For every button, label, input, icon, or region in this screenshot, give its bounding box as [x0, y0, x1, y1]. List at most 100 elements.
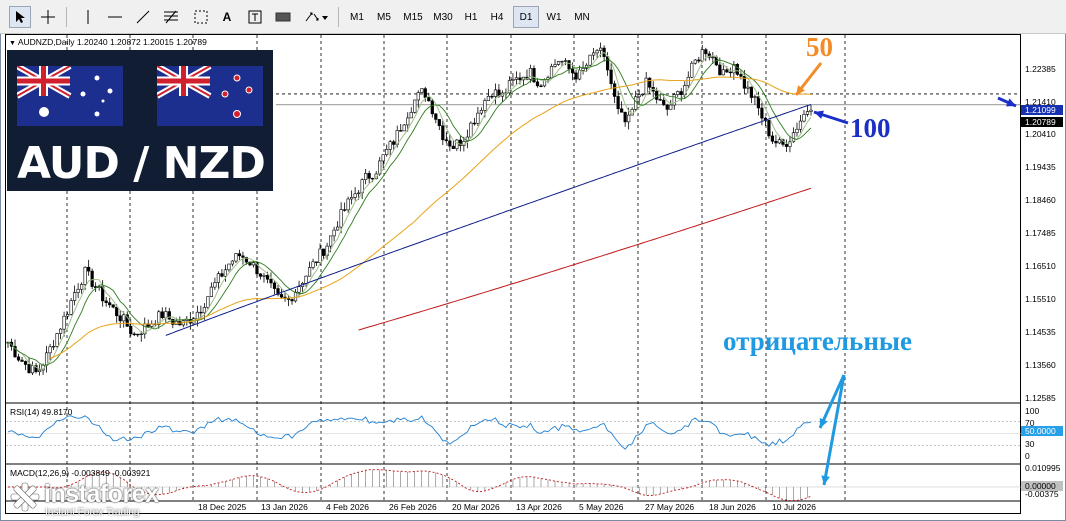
candle-body: [332, 229, 336, 237]
ma-price-tag: 1.21099: [1021, 105, 1063, 115]
horizontal-line-icon[interactable]: [104, 6, 126, 28]
candle-body: [669, 104, 673, 110]
candle-body: [69, 300, 73, 315]
candle-body: [595, 50, 599, 54]
candle-body: [80, 284, 84, 290]
timeframe-m1[interactable]: M1: [344, 6, 370, 28]
rsi-level: 30: [1025, 439, 1035, 449]
candle-body: [381, 154, 385, 162]
candle-body: [549, 66, 554, 79]
timeframe-m5[interactable]: M5: [371, 6, 397, 28]
candle-body: [490, 95, 494, 98]
candle-body: [634, 96, 638, 110]
candle-body: [784, 144, 789, 147]
rectangle-icon[interactable]: [272, 6, 294, 28]
date-tick: 18 Dec 2025: [198, 502, 247, 512]
fibonacci-icon[interactable]: [160, 6, 182, 28]
candle-body: [665, 104, 669, 110]
cursor-icon[interactable]: [9, 6, 31, 28]
candle-body: [87, 266, 91, 272]
candle-body: [795, 128, 799, 134]
candle-body: [539, 85, 543, 87]
macd-label: MACD(12,26,9) -0.003849 -0.003921: [10, 468, 151, 478]
candle-body: [556, 61, 561, 65]
date-tick: 18 Jun 2026: [709, 502, 756, 512]
candle-body: [563, 60, 568, 62]
price-tick: 1.13560: [1025, 360, 1056, 370]
timeframe-h4[interactable]: H4: [484, 6, 510, 28]
candle-body: [241, 255, 245, 258]
timeframe-m30[interactable]: M30: [428, 6, 458, 28]
candle-body: [66, 314, 70, 317]
candle-body: [336, 226, 340, 231]
crosshair-icon[interactable]: [37, 6, 59, 28]
candle-body: [385, 149, 389, 156]
candle-body: [511, 79, 515, 81]
candle-body: [809, 109, 813, 112]
timeframe-mn[interactable]: MN: [568, 6, 596, 28]
ma100-arrow-head: [814, 110, 824, 119]
instaforex-watermark: instaforex Instant Forex Trading: [8, 478, 178, 518]
toolbar-separator: [338, 7, 339, 27]
candle-body: [258, 273, 263, 277]
candle-body: [641, 93, 645, 96]
price-tick: 1.17485: [1025, 228, 1056, 238]
timeframe-d1[interactable]: D1: [513, 6, 539, 28]
timeframe-w1[interactable]: W1: [541, 6, 567, 28]
candle-body: [430, 100, 434, 115]
macd-level: 0.010995: [1025, 463, 1061, 473]
candle-body: [20, 359, 24, 362]
vertical-line-icon[interactable]: [77, 6, 99, 28]
candle-body: [272, 282, 277, 289]
channel-icon[interactable]: [190, 6, 212, 28]
candle-body: [216, 273, 220, 283]
candle-body: [437, 119, 441, 127]
candle-body: [118, 315, 122, 322]
trendline-icon[interactable]: [132, 6, 154, 28]
date-tick: 5 May 2026: [579, 502, 624, 512]
candle-body: [416, 92, 420, 101]
candle-body: [613, 83, 617, 97]
candle-body: [48, 346, 52, 354]
text-icon[interactable]: A: [217, 6, 237, 28]
candle-body: [209, 286, 213, 297]
candle-body: [599, 47, 603, 51]
candle-body: [483, 100, 487, 111]
candle-body: [420, 88, 424, 93]
label-icon[interactable]: [244, 6, 266, 28]
candle-body: [451, 145, 455, 149]
candle-body: [139, 333, 143, 336]
candle-body: [616, 96, 620, 110]
candle-body: [269, 278, 273, 284]
candle-body: [739, 74, 743, 77]
candle-body: [805, 111, 810, 115]
candle-body: [76, 288, 80, 293]
candle-body: [357, 192, 361, 195]
instaforex-logo-icon: [10, 482, 40, 512]
symbol-header: ▼ AUDNZD,Daily 1.20240 1.20872 1.20015 1…: [9, 37, 207, 47]
candle-body: [104, 300, 108, 303]
date-tick: 26 Feb 2026: [389, 502, 437, 512]
candle-body: [388, 141, 392, 150]
candle-body: [220, 273, 224, 277]
candle-body: [648, 77, 652, 88]
candle-body: [353, 193, 357, 198]
candle-body: [111, 304, 115, 308]
candle-body: [560, 60, 564, 63]
price-axis[interactable]: 1.22385 1.21410 1.21099 1.20789 1.20410 …: [1021, 34, 1065, 514]
candle-body: [770, 135, 775, 142]
candle-body: [434, 113, 438, 120]
candle-body: [774, 141, 778, 144]
price-tick: 1.18460: [1025, 195, 1056, 205]
candle-body: [234, 253, 238, 262]
timeframe-h1[interactable]: H1: [458, 6, 484, 28]
candle-body: [202, 307, 206, 314]
candle-body: [627, 114, 631, 123]
timeframe-m15[interactable]: M15: [398, 6, 428, 28]
candle-body: [567, 60, 571, 70]
candle-body: [51, 345, 56, 348]
candle-body: [314, 261, 319, 263]
australia-flag-icon: [17, 66, 123, 126]
arrows-icon[interactable]: [302, 6, 330, 28]
candle-body: [679, 91, 683, 95]
